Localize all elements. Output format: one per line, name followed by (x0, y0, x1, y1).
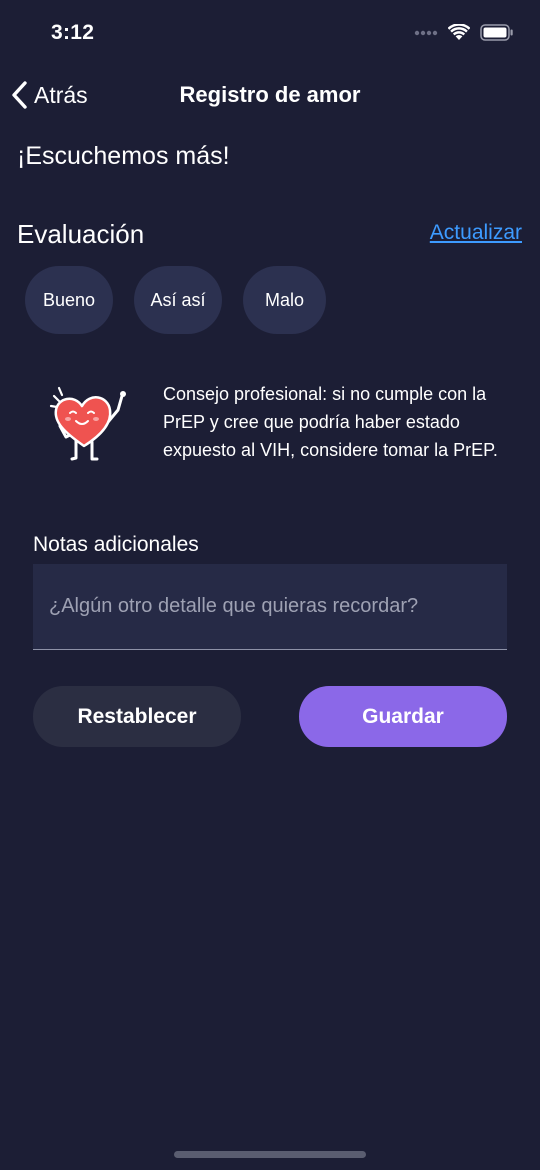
heart-mascot-icon (49, 386, 126, 461)
status-time: 3:12 (51, 21, 95, 44)
cellular-dots-icon (414, 30, 438, 35)
rating-option-good[interactable]: Bueno (25, 266, 113, 334)
notes-input[interactable]: ¿Algún otro detalle que quieras recordar… (33, 564, 507, 650)
rating-option-so-so[interactable]: Así así (134, 266, 222, 334)
home-indicator[interactable] (174, 1151, 366, 1158)
navigation-bar: Atrás Registro de amor (0, 70, 540, 122)
save-button[interactable]: Guardar (299, 686, 507, 747)
rating-options: Bueno Así así Malo (25, 266, 326, 334)
reset-button[interactable]: Restablecer (33, 686, 241, 747)
status-icons (414, 24, 514, 41)
battery-icon (480, 24, 513, 41)
update-link[interactable]: Actualizar (430, 221, 522, 245)
page-title: Registro de amor (179, 82, 361, 107)
notes-label: Notas adicionales (33, 533, 199, 556)
section-heading: ¡Escuchemos más! (17, 142, 230, 170)
rating-label: Evaluación (17, 219, 145, 249)
notes-placeholder: ¿Algún otro detalle que quieras recordar… (49, 595, 419, 617)
wifi-icon (448, 24, 470, 40)
status-bar: 3:12 (0, 0, 540, 70)
pro-tip-text: Consejo profesional: si no cumple con la… (163, 384, 498, 460)
rating-option-bad[interactable]: Malo (243, 266, 326, 334)
